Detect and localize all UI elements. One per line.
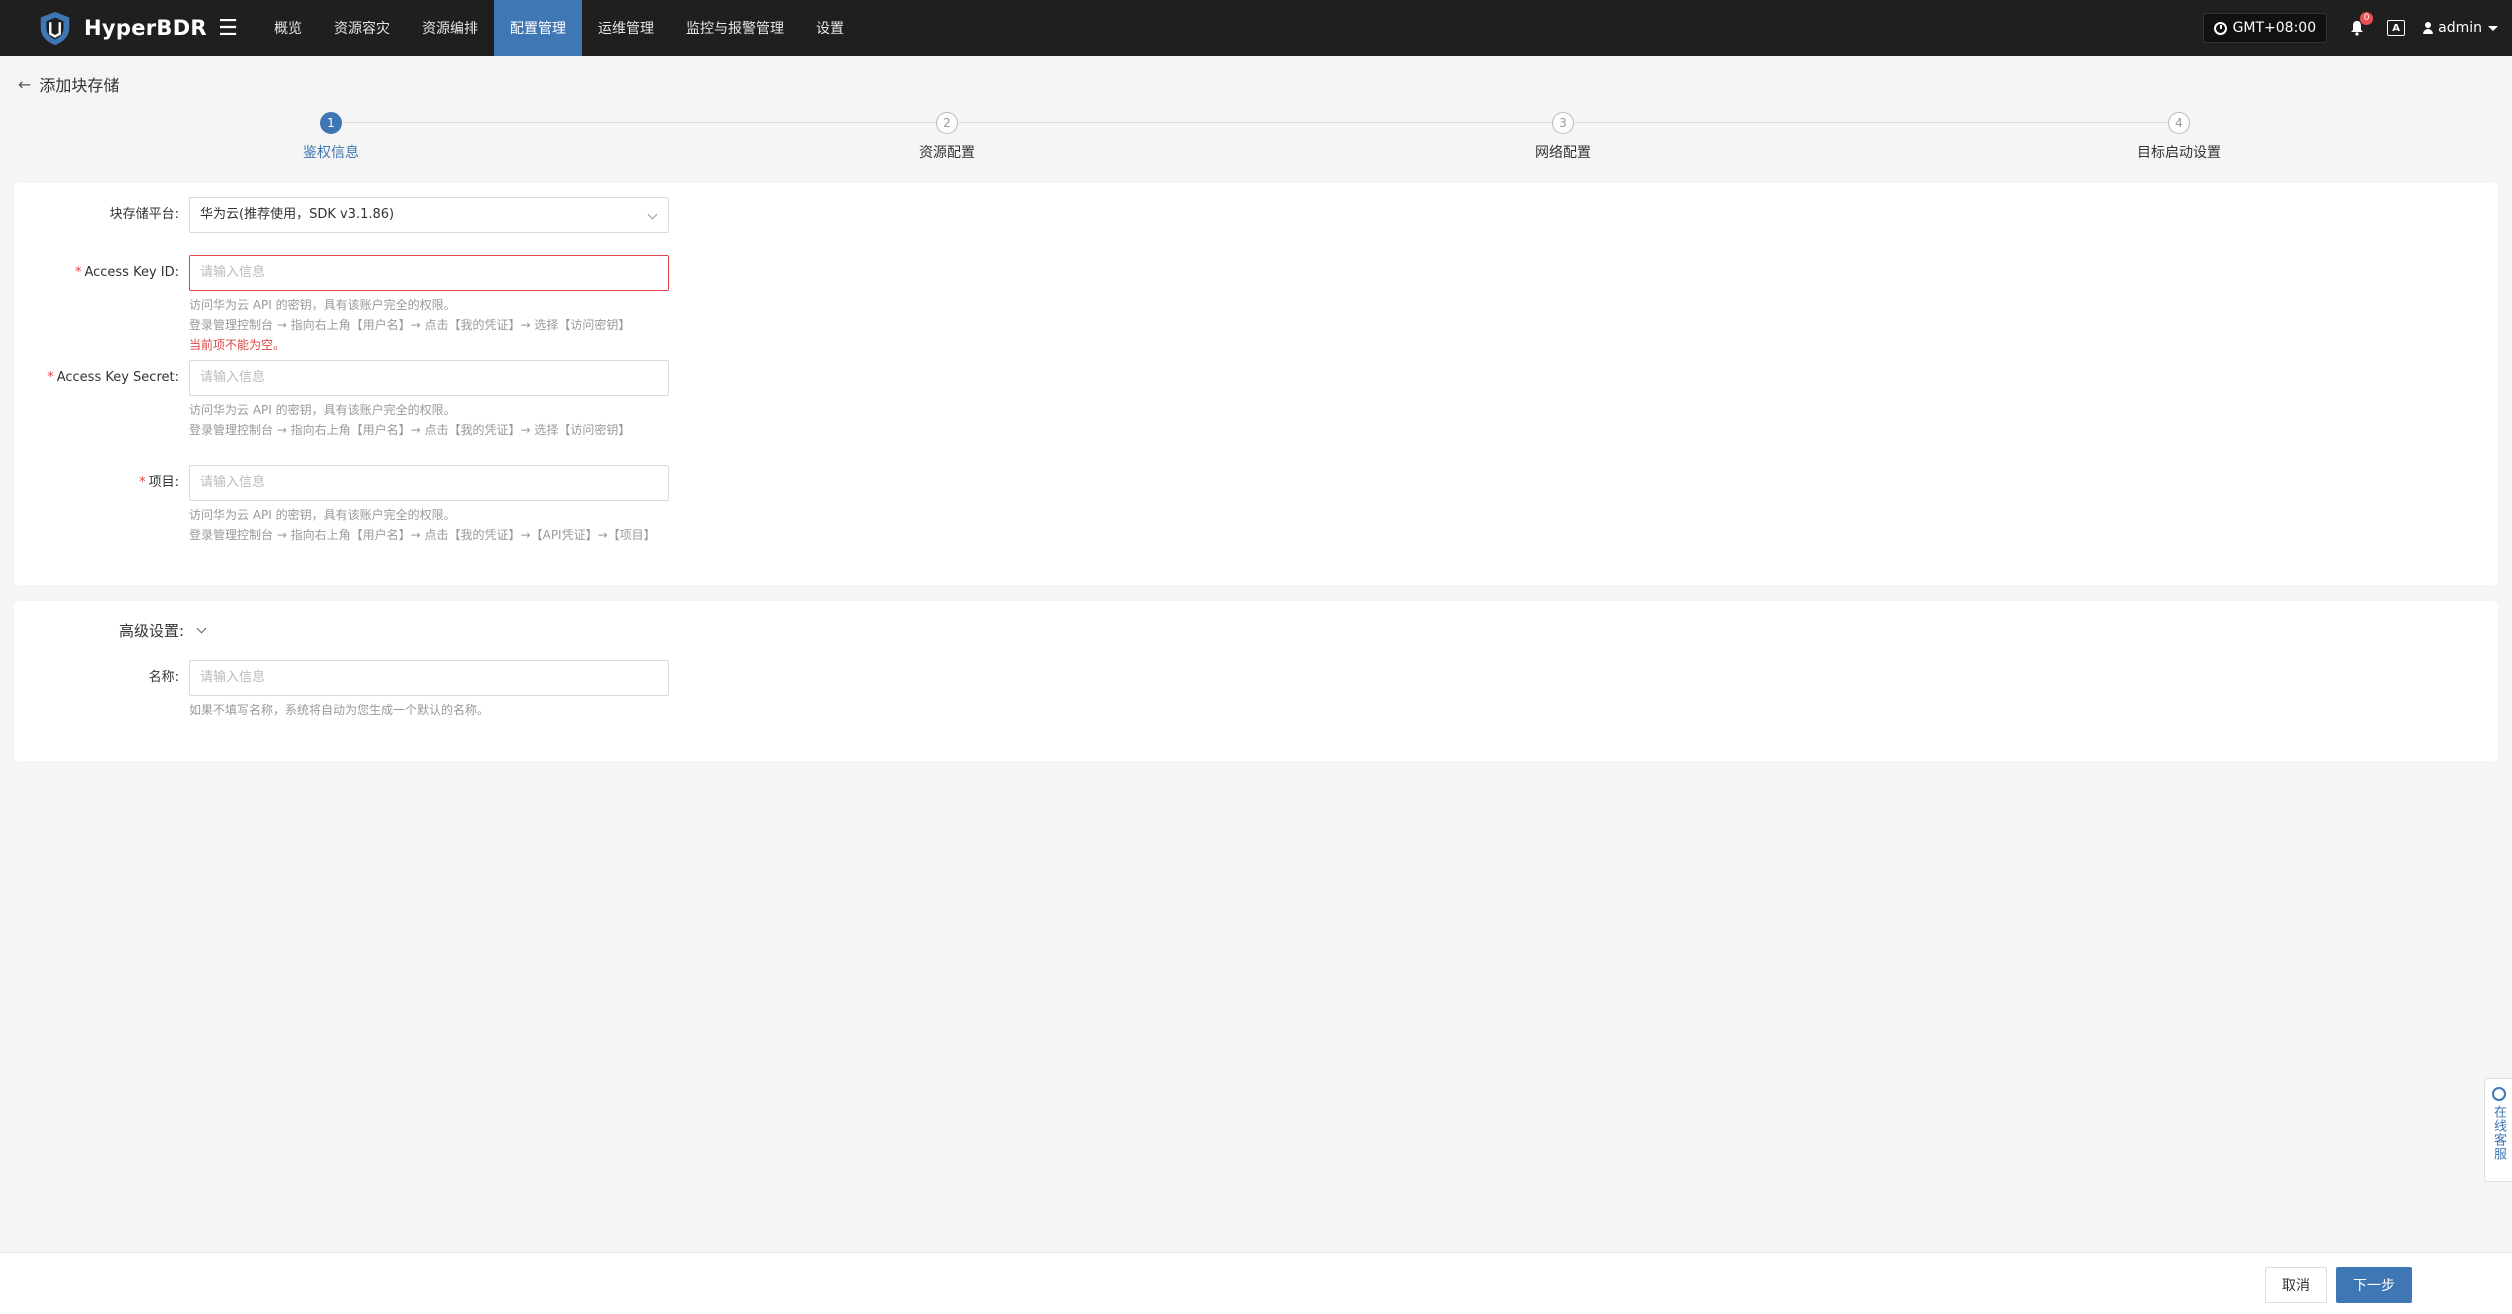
- step-label: 网络配置: [1535, 145, 1591, 161]
- step-number: 3: [1552, 112, 1574, 134]
- timezone-label: GMT+08:00: [2232, 20, 2317, 36]
- name-input[interactable]: 请输入信息: [189, 660, 669, 696]
- access-key-secret-input[interactable]: 请输入信息: [189, 360, 669, 396]
- user-icon: [2423, 22, 2434, 34]
- access-key-secret-help: 访问华为云 API 的密钥，具有该账户完全的权限。 登录管理控制台 → 指向右上…: [189, 403, 631, 437]
- online-service-label: 在线客服: [2491, 1105, 2506, 1161]
- headset-icon: [2491, 1087, 2506, 1101]
- steps-bar: 1 鉴权信息 2 资源配置 3 网络配置 4 目标启动设置: [0, 108, 2512, 168]
- footer-bar: 取消 下一步: [0, 1252, 2512, 1314]
- project-help: 访问华为云 API 的密钥，具有该账户完全的权限。 登录管理控制台 → 指向右上…: [189, 508, 656, 542]
- clock-icon: [2213, 21, 2227, 35]
- name-help: 如果不填写名称，系统将自动为您生成一个默认的名称。: [189, 703, 490, 717]
- nav-item-resource-orchestration[interactable]: 资源编排: [406, 0, 494, 56]
- cancel-button[interactable]: 取消: [2265, 1267, 2327, 1303]
- project-label: * 项目:: [139, 475, 179, 490]
- app-name: HyperBDR: [84, 16, 207, 40]
- step-3: 3 网络配置: [1463, 112, 1663, 162]
- online-service-button[interactable]: 在线客服: [2484, 1078, 2512, 1182]
- project-input[interactable]: 请输入信息: [189, 465, 669, 501]
- step-label: 鉴权信息: [303, 145, 359, 161]
- step-2: 2 资源配置: [847, 112, 1047, 162]
- step-1: 1 鉴权信息: [231, 112, 431, 162]
- shield-logo-icon: [40, 11, 70, 46]
- page-title: 添加块存储: [39, 76, 120, 95]
- main-nav: 概览 资源容灾 资源编排 配置管理 运维管理 监控与报警管理 设置: [258, 0, 860, 56]
- menu-toggle-icon[interactable]: ☰: [208, 0, 248, 56]
- platform-select-value: 华为云(推荐使用，SDK v3.1.86): [200, 207, 395, 222]
- chevron-down-icon: [647, 209, 658, 220]
- notification-badge: 0: [2360, 12, 2374, 25]
- timezone-button[interactable]: GMT+08:00: [2202, 13, 2328, 43]
- auth-info-card: 块存储平台: 华为云(推荐使用，SDK v3.1.86) * Access Key…: [14, 183, 2498, 585]
- access-key-id-row: * Access Key ID: 请输入信息 访问华为云 API 的密钥，具有该账…: [14, 255, 669, 355]
- access-key-secret-label: * Access Key Secret:: [47, 370, 179, 385]
- step-number: 2: [936, 112, 958, 134]
- platform-select[interactable]: 华为云(推荐使用，SDK v3.1.86): [189, 197, 669, 233]
- nav-item-config-management[interactable]: 配置管理: [494, 0, 582, 56]
- notifications-button[interactable]: 0: [2347, 12, 2374, 38]
- back-arrow-icon[interactable]: ←: [18, 75, 31, 94]
- nav-item-settings[interactable]: 设置: [800, 0, 860, 56]
- language-icon[interactable]: A: [2387, 20, 2406, 36]
- step-number: 4: [2168, 112, 2190, 134]
- advanced-settings-card: 高级设置: 名称: 请输入信息 如果不填写名称，系统将自动为您生成一个默认的名称…: [14, 601, 2498, 761]
- step-4: 4 目标启动设置: [2079, 112, 2279, 162]
- access-key-id-help: 访问华为云 API 的密钥，具有该账户完全的权限。 登录管理控制台 → 指向右上…: [189, 298, 631, 332]
- nav-item-monitoring-alerts[interactable]: 监控与报警管理: [670, 0, 800, 56]
- next-button[interactable]: 下一步: [2336, 1267, 2412, 1303]
- project-row: * 项目: 请输入信息 访问华为云 API 的密钥，具有该账户完全的权限。 登录管…: [14, 465, 669, 545]
- top-navbar: HyperBDR ☰ 概览 资源容灾 资源编排 配置管理 运维管理 监控与报警管…: [0, 0, 2512, 56]
- user-menu[interactable]: admin: [2423, 20, 2498, 36]
- page-header: ← 添加块存储: [18, 72, 119, 96]
- step-number: 1: [320, 112, 342, 134]
- access-key-id-error: 当前项不能为空。: [189, 338, 286, 352]
- step-label: 资源配置: [919, 145, 975, 161]
- nav-item-overview[interactable]: 概览: [258, 0, 318, 56]
- chevron-down-icon: [196, 623, 207, 634]
- nav-item-resource-dr[interactable]: 资源容灾: [318, 0, 406, 56]
- step-label: 目标启动设置: [2137, 145, 2221, 161]
- name-row: 名称: 请输入信息 如果不填写名称，系统将自动为您生成一个默认的名称。: [14, 660, 669, 720]
- caret-down-icon: [2488, 25, 2498, 31]
- access-key-id-input[interactable]: 请输入信息: [189, 255, 669, 291]
- app-logo[interactable]: HyperBDR: [0, 9, 208, 47]
- name-label: 名称:: [148, 670, 179, 685]
- advanced-settings-title: 高级设置:: [119, 622, 185, 640]
- user-name: admin: [2438, 20, 2482, 36]
- platform-label: 块存储平台:: [109, 207, 179, 222]
- advanced-settings-toggle[interactable]: 高级设置:: [119, 620, 207, 641]
- platform-row: 块存储平台: 华为云(推荐使用，SDK v3.1.86): [14, 197, 669, 233]
- access-key-id-label: * Access Key ID:: [74, 265, 179, 280]
- nav-item-ops-management[interactable]: 运维管理: [582, 0, 670, 56]
- access-key-secret-row: * Access Key Secret: 请输入信息 访问华为云 API 的密钥，…: [14, 360, 669, 440]
